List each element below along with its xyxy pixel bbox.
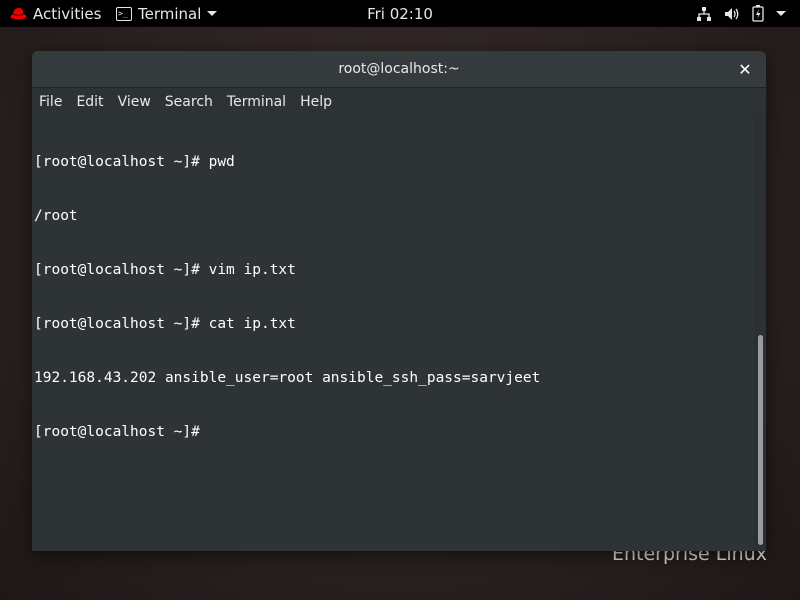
terminal-app-icon: >_ (116, 6, 132, 21)
activities-label: Activities (33, 4, 102, 23)
terminal-line: [root@localhost ~]# cat ip.txt (34, 316, 296, 332)
scrollbar-thumb[interactable] (758, 335, 763, 545)
close-icon[interactable]: ✕ (736, 60, 754, 79)
top-bar: Activities >_ Terminal Fri 02:10 (0, 0, 800, 27)
clock[interactable]: Fri 02:10 (367, 5, 433, 23)
chevron-down-icon (207, 11, 218, 16)
terminal-line: 192.168.43.202 ansible_user=root ansible… (34, 370, 541, 386)
terminal-scrollbar[interactable] (754, 115, 766, 551)
window-titlebar[interactable]: root@localhost:~ ✕ (32, 51, 766, 88)
menu-edit[interactable]: Edit (69, 88, 110, 115)
network-icon (697, 6, 711, 21)
menu-file[interactable]: File (32, 88, 69, 115)
terminal-line: /root (34, 208, 78, 224)
menu-terminal[interactable]: Terminal (220, 88, 293, 115)
activities-button[interactable]: Activities (10, 0, 101, 27)
terminal-line: [root@localhost ~]# pwd (34, 154, 235, 170)
volume-icon (725, 7, 739, 20)
terminal-prompt-line: [root@localhost ~]# (34, 424, 209, 440)
menu-view[interactable]: View (111, 88, 158, 115)
menu-help[interactable]: Help (293, 88, 339, 115)
window-title: root@localhost:~ (338, 61, 460, 77)
terminal-window: root@localhost:~ ✕ File Edit View Search… (32, 51, 766, 551)
redhat-logo-icon (10, 8, 27, 20)
terminal-output[interactable]: [root@localhost ~]# pwd /root [root@loca… (32, 115, 754, 551)
system-menu-chevron-icon (776, 11, 786, 16)
app-menu-button[interactable]: >_ Terminal (116, 0, 218, 27)
menu-bar: File Edit View Search Terminal Help (32, 88, 766, 115)
menu-search[interactable]: Search (158, 88, 220, 115)
app-menu-label: Terminal (138, 4, 202, 23)
terminal-line: [root@localhost ~]# vim ip.txt (34, 262, 296, 278)
system-tray[interactable] (696, 0, 786, 27)
battery-icon (752, 5, 764, 22)
